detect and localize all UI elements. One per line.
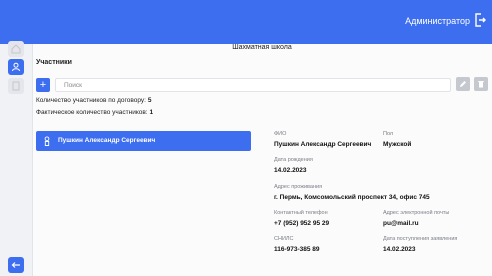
person-icon [44,136,50,146]
gender-value: Мужской [383,141,412,148]
snils-value: 116-973-385 89 [274,246,320,253]
actual-count-label: Фактическое количество участников: [36,109,148,116]
add-participant-button[interactable]: + [36,78,50,92]
email-value: pu@mail.ru [383,220,419,227]
section-title: Участники [36,59,72,66]
application-date-value: 14.02.2023 [383,246,416,253]
edit-icon [460,81,466,87]
sidebar-item-participants[interactable] [8,59,24,75]
page-title: Шахматная школа [232,44,292,51]
email-label: Адрес электронной почты [383,210,450,216]
logout-icon[interactable] [474,13,486,27]
edit-button[interactable] [456,77,470,91]
phone-label: Контактный телефон [274,210,328,216]
contract-count: Количество участников по договору: 5 [36,97,151,104]
contract-count-label: Количество участников по договору: [36,97,146,104]
snils-label: СНИЛС [274,236,294,242]
phone-value: +7 (952) 952 95 29 [274,220,330,227]
plus-icon: + [39,79,47,91]
gender-label: Пол [383,131,394,137]
user-label[interactable]: Администратор [405,16,470,26]
users-icon [12,62,20,72]
birth-date-value: 14.02.2023 [274,167,307,174]
sidebar-item-documents[interactable] [8,78,24,94]
participant-name: Пушкин Александр Сергеевич [58,137,156,144]
search-input[interactable] [64,80,444,91]
document-icon [12,81,20,91]
trash-icon [478,81,484,88]
actual-count: Фактическое количество участников: 1 [36,109,153,116]
participant-list-item[interactable]: Пушкин Александр Сергеевич [36,131,251,151]
contract-count-value: 5 [147,97,152,104]
address-label: Адрес проживания [274,184,323,190]
back-button[interactable] [8,257,24,273]
fio-label: ФИО [274,131,287,137]
top-bar: Администратор [0,0,492,44]
search-field [55,78,451,92]
delete-button[interactable] [474,77,488,91]
address-value: г. Пермь, Комсомольский проспект 34, офи… [274,194,430,201]
fio-value: Пушкин Александр Сергеевич [274,141,372,148]
actual-count-value: 1 [149,109,154,116]
arrow-left-icon [11,262,20,268]
application-date-label: Дата поступления заявления [383,236,458,242]
birth-date-label: Дата рождения [274,157,313,163]
